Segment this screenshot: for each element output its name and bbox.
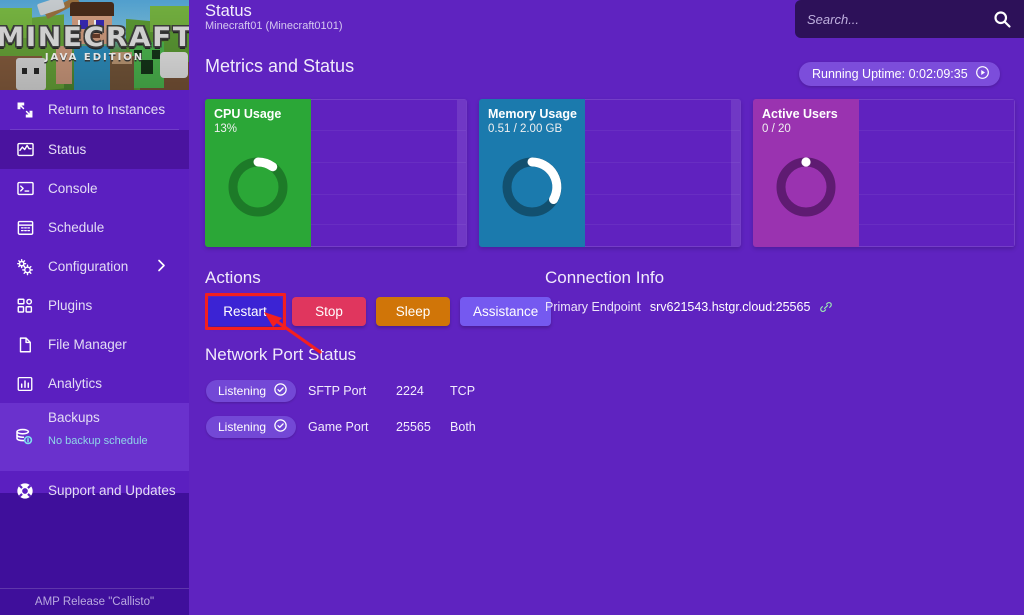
search-box[interactable] — [795, 0, 1024, 38]
running-uptime-badge[interactable]: Running Uptime: 0:02:09:35 — [799, 62, 1000, 86]
assistance-button[interactable]: Assistance — [460, 297, 551, 326]
metric-card-active-users[interactable]: Active Users 0 / 20 — [753, 99, 1015, 247]
port-number: 25565 — [396, 420, 450, 434]
port-name: SFTP Port — [308, 384, 396, 398]
sidebar-item-backups[interactable]: Backups No backup schedule — [0, 403, 189, 471]
cpu-usage-donut — [225, 154, 291, 220]
port-number: 2224 — [396, 384, 450, 398]
port-protocol: Both — [450, 420, 476, 434]
metric-value: 0 / 20 — [762, 123, 859, 135]
metric-value: 13% — [214, 123, 311, 135]
sidebar-item-label: File Manager — [48, 337, 127, 352]
sidebar-item-label: Plugins — [48, 298, 92, 313]
metric-title: CPU Usage — [214, 107, 311, 121]
sidebar-item-label: Console — [48, 181, 98, 196]
sidebar-item-status[interactable]: Status — [0, 130, 189, 169]
metric-summary: Memory Usage 0.51 / 2.00 GB — [479, 99, 585, 247]
sidebar-item-label: Status — [48, 142, 86, 157]
table-row: Listening SFTP Port 2224 TCP — [206, 380, 476, 402]
sidebar-item-label: Support and Updates — [48, 483, 176, 498]
sidebar-item-label: Return to Instances — [48, 102, 165, 117]
sidebar: MINECRAFT JAVA EDITION Return to Instanc… — [0, 0, 189, 615]
sidebar-footer-divider — [0, 588, 189, 589]
sidebar-item-schedule[interactable]: Schedule — [0, 208, 189, 247]
app-root: MINECRAFT JAVA EDITION Return to Instanc… — [0, 0, 1024, 615]
status-badge-label: Listening — [218, 384, 266, 398]
actions-heading: Actions — [205, 268, 261, 288]
sidebar-item-label: Schedule — [48, 220, 104, 235]
primary-endpoint-value[interactable]: srv621543.hstgr.cloud:25565 — [650, 300, 811, 314]
sidebar-item-configuration[interactable]: Configuration — [0, 247, 189, 286]
connection-info-row: Primary Endpoint srv621543.hstgr.cloud:2… — [545, 300, 833, 314]
memory-usage-donut — [499, 154, 565, 220]
status-badge: Listening — [206, 416, 296, 438]
sidebar-item-support-and-updates[interactable]: Support and Updates — [0, 471, 189, 510]
calendar-icon — [14, 217, 36, 239]
sidebar-nav: Return to Instances Status — [0, 90, 189, 510]
table-row: Listening Game Port 25565 Both — [206, 416, 476, 438]
sidebar-item-sublabel: No backup schedule — [48, 435, 148, 447]
metrics-heading: Metrics and Status — [205, 56, 354, 77]
chevron-right-icon — [154, 257, 169, 277]
banner-subtitle: JAVA EDITION — [0, 52, 189, 63]
metric-value: 0.51 / 2.00 GB — [488, 123, 585, 135]
page-title: Status — [205, 2, 252, 21]
connection-info-heading: Connection Info — [545, 268, 664, 288]
sidebar-item-analytics[interactable]: Analytics — [0, 364, 189, 403]
file-icon — [14, 334, 36, 356]
terminal-icon — [14, 178, 36, 200]
restart-button[interactable]: Restart — [208, 297, 282, 326]
amp-release-label: AMP Release "Callisto" — [0, 596, 189, 608]
grid-blocks-icon — [14, 295, 36, 317]
check-circle-icon — [273, 418, 288, 436]
gears-icon — [14, 256, 36, 278]
metric-graph — [859, 99, 1015, 247]
play-circle-icon[interactable] — [975, 65, 990, 83]
minecraft-banner-image: MINECRAFT JAVA EDITION — [0, 0, 189, 90]
port-name: Game Port — [308, 420, 396, 434]
stop-button[interactable]: Stop — [292, 297, 366, 326]
network-port-status-heading: Network Port Status — [205, 345, 356, 365]
active-users-donut — [773, 154, 839, 220]
status-badge: Listening — [206, 380, 296, 402]
search-icon[interactable] — [992, 9, 1012, 29]
metric-graph — [311, 99, 467, 247]
check-circle-icon — [273, 382, 288, 400]
expand-arrows-icon — [14, 99, 36, 121]
metric-card-memory-usage[interactable]: Memory Usage 0.51 / 2.00 GB — [479, 99, 741, 247]
primary-endpoint-label: Primary Endpoint — [545, 300, 641, 314]
sleep-button[interactable]: Sleep — [376, 297, 450, 326]
metric-graph — [585, 99, 741, 247]
metric-card-cpu-usage[interactable]: CPU Usage 13% — [205, 99, 467, 247]
search-input[interactable] — [807, 12, 992, 27]
sidebar-item-label: Backups — [48, 410, 148, 425]
bar-chart-icon — [14, 373, 36, 395]
metric-title: Active Users — [762, 107, 859, 121]
database-info-icon — [14, 426, 36, 448]
metric-summary: Active Users 0 / 20 — [753, 99, 859, 247]
metric-summary: CPU Usage 13% — [205, 99, 311, 247]
banner-title: MINECRAFT — [0, 22, 189, 53]
link-icon[interactable] — [819, 300, 833, 314]
sidebar-item-file-manager[interactable]: File Manager — [0, 325, 189, 364]
network-port-list: Listening SFTP Port 2224 TCP Listening — [206, 380, 476, 452]
port-protocol: TCP — [450, 384, 475, 398]
page-subtitle: Minecraft01 (Minecraft0101) — [205, 20, 343, 32]
uptime-label: Running Uptime: 0:02:09:35 — [812, 67, 968, 81]
activity-monitor-icon — [14, 139, 36, 161]
status-badge-label: Listening — [218, 420, 266, 434]
action-buttons-group: Restart Stop Sleep Assistance — [208, 297, 551, 326]
lifebuoy-icon — [14, 480, 36, 502]
sidebar-item-return-to-instances[interactable]: Return to Instances — [0, 90, 189, 129]
sidebar-item-plugins[interactable]: Plugins — [0, 286, 189, 325]
metric-title: Memory Usage — [488, 107, 585, 121]
sidebar-item-label: Configuration — [48, 259, 128, 274]
sidebar-item-label: Analytics — [48, 376, 102, 391]
metrics-cards: CPU Usage 13% Memory Usage 0.51 / 2.00 G… — [205, 99, 1015, 247]
sidebar-item-console[interactable]: Console — [0, 169, 189, 208]
